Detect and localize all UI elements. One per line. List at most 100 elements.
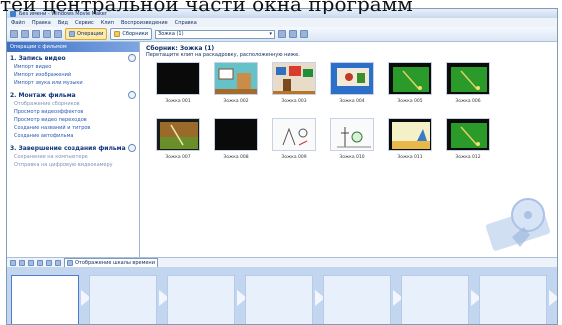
open-project-icon[interactable] xyxy=(21,30,29,38)
clip-image xyxy=(272,62,316,95)
clip-label: Зожка 005 xyxy=(397,99,423,104)
collection-title: Сборник: Зожка (1) xyxy=(146,45,215,52)
menu-edit[interactable]: Правка xyxy=(32,20,51,26)
task-link-make-titles[interactable]: Создание названий и титров xyxy=(10,125,136,131)
collapse-icon[interactable]: ˄ xyxy=(128,54,136,62)
timeline-icon xyxy=(67,260,73,266)
storyboard-icon[interactable] xyxy=(10,260,16,266)
clip-label: Зожка 004 xyxy=(339,99,365,104)
clip-thumbnail[interactable]: Зожка 007 xyxy=(156,118,200,160)
storyboard-slot[interactable] xyxy=(245,275,313,324)
task-group-title: 1. Запись видео xyxy=(10,54,66,62)
collection-hint: Перетащите клип на раскадровку, располож… xyxy=(146,52,300,58)
menu-clip[interactable]: Клип xyxy=(101,20,114,26)
storyboard-slot[interactable] xyxy=(323,275,391,324)
zoom-out-icon[interactable] xyxy=(37,260,43,266)
clip-thumbnail[interactable]: Зожка 003 xyxy=(272,62,316,104)
new-project-icon[interactable] xyxy=(10,30,18,38)
collection-pane: Сборник: Зожка (1) Перетащите клип на ра… xyxy=(140,42,557,257)
toolbar: Операции Сборники Зожка (1) ▾ xyxy=(7,27,557,42)
task-link-import-images[interactable]: Импорт изображений xyxy=(10,72,136,78)
task-link-import-video[interactable]: Импорт видео xyxy=(10,64,136,70)
menu-view[interactable]: Вид xyxy=(58,20,68,26)
storyboard-slot[interactable] xyxy=(479,275,547,324)
clip-label: Зожка 008 xyxy=(223,155,249,160)
storyboard-slot[interactable] xyxy=(557,275,558,325)
tasks-pane: Операции с фильмом 1. Запись видео ˄ Имп… xyxy=(7,42,140,257)
film-reel-decoration xyxy=(485,198,551,251)
task-link-automovie[interactable]: Создание автофильма xyxy=(10,133,136,139)
tasks-pane-header: Операции с фильмом xyxy=(7,42,139,52)
clip-image xyxy=(330,62,374,95)
storyboard-slot[interactable] xyxy=(11,275,79,324)
clip-thumbnail[interactable]: Зожка 009 xyxy=(272,118,316,160)
new-folder-icon[interactable] xyxy=(289,30,298,38)
storyboard-slot[interactable] xyxy=(167,275,235,324)
collapse-icon[interactable]: ˄ xyxy=(128,91,136,99)
clip-label: Зожка 003 xyxy=(281,99,307,104)
operations-icon xyxy=(69,31,75,37)
save-project-icon[interactable] xyxy=(32,30,40,38)
task-group-finish: 3. Завершение создания фильма ˄ Сохранен… xyxy=(7,142,139,171)
up-folder-icon[interactable] xyxy=(278,30,287,38)
rewind-icon[interactable] xyxy=(46,260,52,266)
chevron-down-icon: ▾ xyxy=(269,31,273,37)
clip-label: Зожка 012 xyxy=(455,155,481,160)
menu-play[interactable]: Воспроизведение xyxy=(121,20,168,26)
task-link-save-to-computer[interactable]: Сохранение на компьютере xyxy=(10,154,136,160)
clip-image xyxy=(156,62,200,95)
collection-select[interactable]: Зожка (1) ▾ xyxy=(155,29,276,39)
undo-icon[interactable] xyxy=(43,30,51,38)
clip-thumbnail[interactable]: Зожка 011 xyxy=(388,118,432,160)
clip-label: Зожка 002 xyxy=(223,99,249,104)
task-link-view-transitions[interactable]: Просмотр видео переходов xyxy=(10,117,136,123)
menu-file[interactable]: Файл xyxy=(11,20,25,26)
storyboard-slot[interactable] xyxy=(89,275,157,324)
operations-button[interactable]: Операции xyxy=(65,28,108,40)
folder-icon xyxy=(114,31,121,37)
clip-thumbnail[interactable]: Зожка 001 xyxy=(156,62,200,104)
menu-tools[interactable]: Сервис xyxy=(75,20,94,26)
clip-label: Зожка 009 xyxy=(281,155,307,160)
collection-select-value: Зожка (1) xyxy=(158,31,184,37)
clip-image xyxy=(388,118,432,151)
storyboard-slot[interactable] xyxy=(401,275,469,324)
task-group-edit: 2. Монтаж фильма ˄ Отображение сборников… xyxy=(7,89,139,142)
operations-label: Операции xyxy=(77,31,104,37)
clip-thumbnail[interactable]: Зожка 012 xyxy=(446,118,490,160)
task-link-view-effects[interactable]: Просмотр видеоэффектов xyxy=(10,109,136,115)
task-group-capture: 1. Запись видео ˄ Импорт видео Импорт из… xyxy=(7,52,139,89)
collections-button[interactable]: Сборники xyxy=(110,28,153,40)
clip-thumbnail[interactable]: Зожка 005 xyxy=(388,62,432,104)
clip-thumbnail[interactable]: Зожка 002 xyxy=(214,62,258,104)
clip-image xyxy=(214,62,258,95)
view-options-icon[interactable] xyxy=(300,30,309,38)
clip-image xyxy=(272,118,316,151)
task-group-title: 2. Монтаж фильма xyxy=(10,91,76,99)
clip-label: Зожка 010 xyxy=(339,155,365,160)
clip-image xyxy=(388,62,432,95)
clip-image xyxy=(446,62,490,95)
redo-icon[interactable] xyxy=(54,30,62,38)
task-group-title: 3. Завершение создания фильма xyxy=(10,144,126,152)
overlay-caption-text: тей центральной части окна программ xyxy=(0,0,413,14)
clip-label: Зожка 006 xyxy=(455,99,481,104)
storyboard[interactable] xyxy=(7,267,557,324)
show-timeline-label: Отображение шкалы времени xyxy=(75,260,155,266)
task-link-send-to-camera[interactable]: Отправка на цифровую видеокамеру xyxy=(10,162,136,168)
task-link-show-collections[interactable]: Отображение сборников xyxy=(10,101,136,107)
clip-thumbnail[interactable]: Зожка 008 xyxy=(214,118,258,160)
menu-help[interactable]: Справка xyxy=(175,20,197,26)
clip-thumbnail[interactable]: Зожка 006 xyxy=(446,62,490,104)
clip-thumbnail[interactable]: Зожка 010 xyxy=(330,118,374,160)
clip-thumbnail[interactable]: Зожка 004 xyxy=(330,62,374,104)
task-link-import-audio[interactable]: Импорт звука или музыки xyxy=(10,80,136,86)
narrate-icon[interactable] xyxy=(19,260,25,266)
play-icon[interactable] xyxy=(55,260,61,266)
collapse-icon[interactable]: ˄ xyxy=(128,144,136,152)
clip-image xyxy=(330,118,374,151)
clip-label: Зожка 011 xyxy=(397,155,423,160)
zoom-in-icon[interactable] xyxy=(28,260,34,266)
movie-maker-window: Без имени - Windows Movie Maker Файл Пра… xyxy=(6,8,558,325)
clip-image xyxy=(156,118,200,151)
